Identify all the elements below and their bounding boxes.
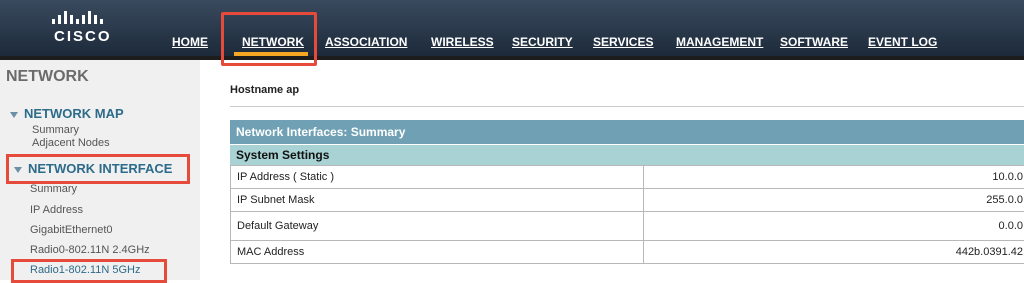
row-value: 255.0.0 [644, 189, 1024, 212]
nav-management[interactable]: MANAGEMENT [676, 35, 763, 49]
panel-title: Network Interfaces: Summary [236, 125, 405, 139]
expand-triangle-icon [10, 112, 18, 118]
panel-header: Network Interfaces: Summary [230, 120, 1024, 144]
main-content: Hostname ap Network Interfaces: Summary … [200, 60, 1024, 280]
row-label: IP Subnet Mask [231, 189, 644, 212]
sidebar-item-summary[interactable]: Summary [32, 124, 79, 136]
row-label: IP Address ( Static ) [231, 166, 644, 189]
cisco-logo: CISCO [50, 6, 140, 50]
sidebar-item-ip-address[interactable]: IP Address [30, 204, 83, 216]
sidebar-item-interface-summary[interactable]: Summary [30, 183, 77, 195]
section-title: System Settings [236, 148, 329, 162]
sidebar-item-adjacent-nodes[interactable]: Adjacent Nodes [32, 137, 110, 149]
table-row: MAC Address 442b.0391.42 [231, 241, 1024, 264]
hostname-label: Hostname ap [230, 84, 299, 96]
section-header: System Settings [230, 145, 1024, 165]
row-value: 0.0.0 [644, 212, 1024, 241]
nav-home[interactable]: HOME [172, 35, 208, 49]
table-row: IP Address ( Static ) 10.0.0 [231, 166, 1024, 189]
nav-security[interactable]: SECURITY [512, 35, 573, 49]
row-label: Default Gateway [231, 212, 644, 241]
nav-wireless[interactable]: WIRELESS [431, 35, 494, 49]
sidebar-item-gigabitethernet0[interactable]: GigabitEthernet0 [30, 224, 113, 236]
row-value: 442b.0391.42 [644, 241, 1024, 264]
system-settings-table: IP Address ( Static ) 10.0.0 IP Subnet M… [230, 165, 1024, 264]
cisco-bars-icon [52, 10, 103, 24]
sidebar-item-radio0[interactable]: Radio0-802.11N 2.4GHz [30, 244, 150, 256]
sidebar-section-network-map[interactable]: NETWORK MAP [10, 106, 124, 121]
network-tab-highlight-box [221, 12, 317, 66]
row-label: MAC Address [231, 241, 644, 264]
sidebar: NETWORK NETWORK MAP Summary Adjacent Nod… [0, 60, 200, 280]
table-row: IP Subnet Mask 255.0.0 [231, 189, 1024, 212]
top-bar: CISCO HOME NETWORK ASSOCIATION WIRELESS … [0, 0, 1024, 56]
network-interface-highlight-box [6, 154, 190, 184]
cisco-wordmark: CISCO [54, 28, 112, 45]
nav-software[interactable]: SOFTWARE [780, 35, 848, 49]
nav-services[interactable]: SERVICES [593, 35, 653, 49]
radio1-highlight-box [11, 259, 167, 283]
nav-event-log[interactable]: EVENT LOG [868, 35, 937, 49]
sidebar-title: NETWORK [6, 68, 89, 86]
divider [230, 106, 1024, 107]
row-value: 10.0.0 [644, 166, 1024, 189]
section-label: NETWORK MAP [24, 106, 124, 121]
table-row: Default Gateway 0.0.0 [231, 212, 1024, 241]
nav-association[interactable]: ASSOCIATION [325, 35, 407, 49]
